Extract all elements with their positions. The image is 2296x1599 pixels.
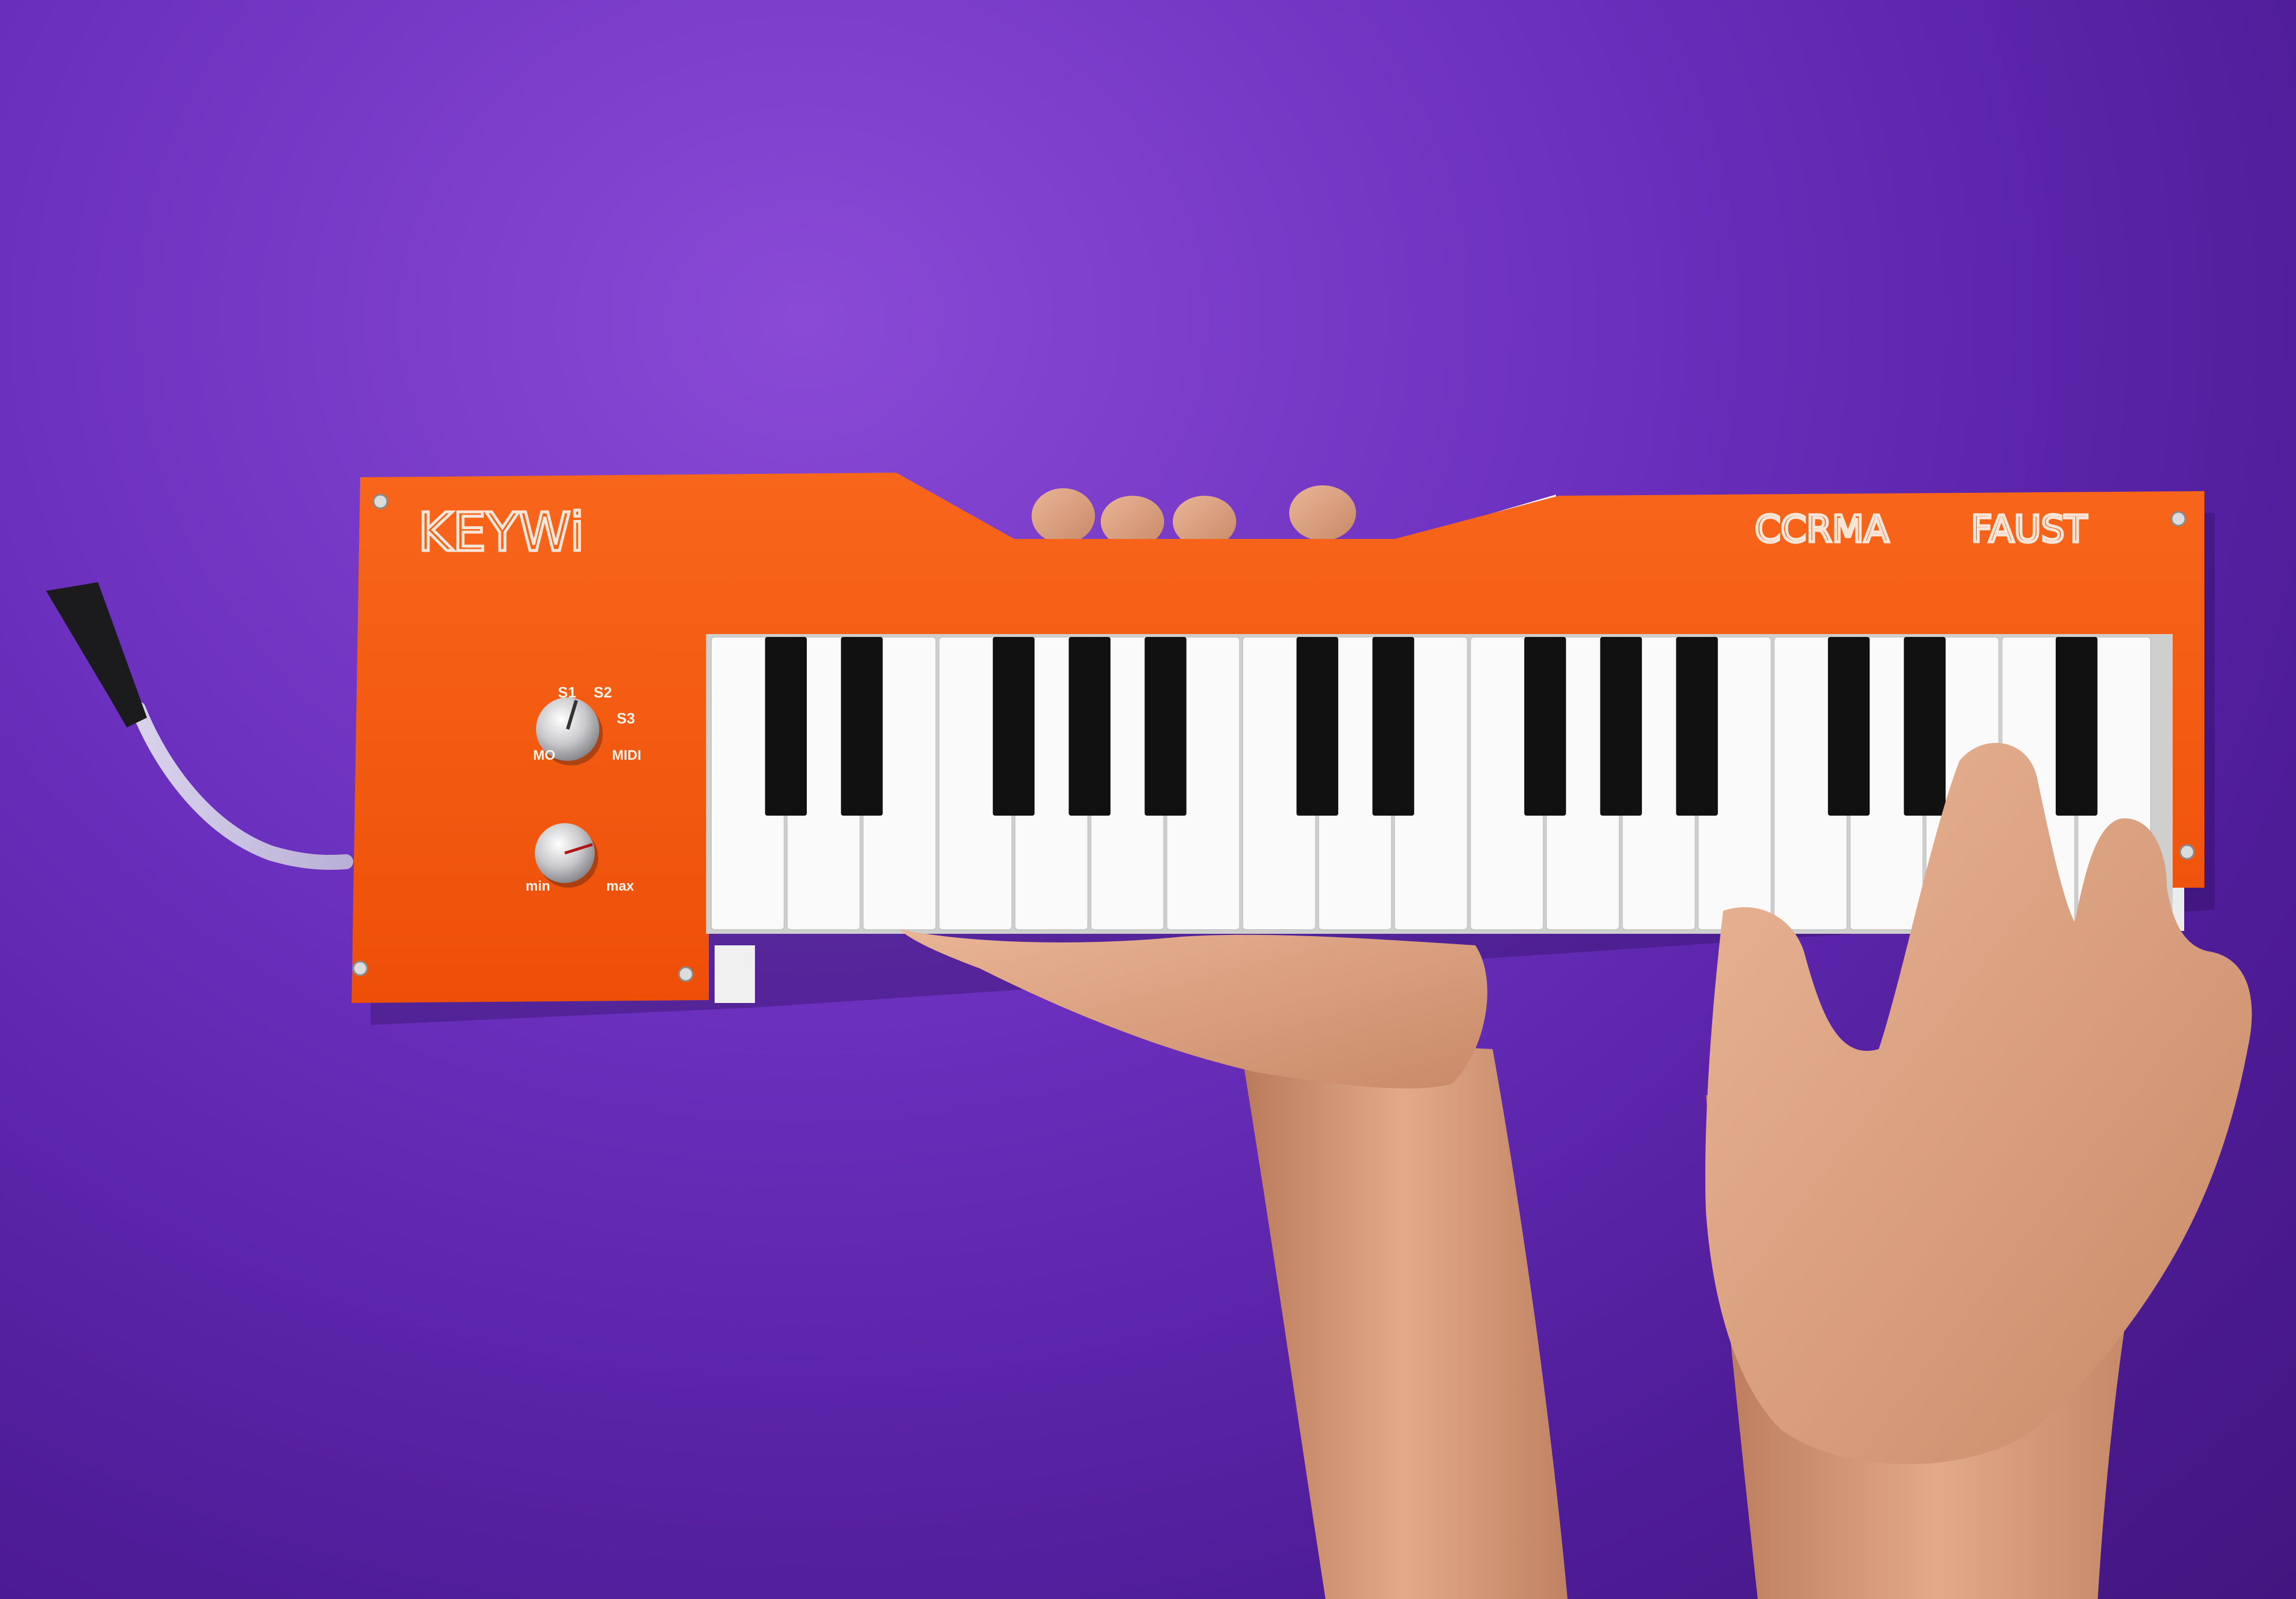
mode-label-mo: MO xyxy=(533,748,556,763)
volume-min-label: min xyxy=(526,878,550,894)
black-key[interactable] xyxy=(2056,637,2098,816)
black-key[interactable] xyxy=(1904,637,1946,816)
mode-label-midi: MIDI xyxy=(612,748,641,763)
breath-hose xyxy=(46,582,353,870)
faust-logo: FAUST xyxy=(1971,508,2087,551)
black-key[interactable] xyxy=(1827,637,1870,816)
black-key[interactable] xyxy=(765,637,807,816)
ccrma-logo: CCRMA xyxy=(1755,508,1889,551)
black-key[interactable] xyxy=(1600,637,1642,816)
black-key[interactable] xyxy=(1524,637,1566,816)
left-arm xyxy=(1239,1038,1568,1599)
black-key[interactable] xyxy=(1296,637,1339,816)
brand-logo: KEYWi xyxy=(418,501,584,563)
keyboard-photo: KEYWi CCRMA FAUST S1 S2 S3 MIDI MO min m… xyxy=(46,473,2252,1599)
mode-label-s3: S3 xyxy=(617,710,635,727)
black-key[interactable] xyxy=(1145,637,1187,816)
mode-label-s2: S2 xyxy=(594,684,612,701)
volume-max-label: max xyxy=(606,878,635,894)
left-hand xyxy=(899,929,1487,1089)
black-key[interactable] xyxy=(1372,637,1414,816)
black-key[interactable] xyxy=(992,637,1035,816)
black-key[interactable] xyxy=(841,637,883,816)
mode-label-s1: S1 xyxy=(558,684,576,701)
black-key[interactable] xyxy=(1676,637,1718,816)
fingers-behind xyxy=(1032,485,1356,548)
white-layer-bottom xyxy=(715,945,755,1003)
black-key[interactable] xyxy=(1068,637,1111,816)
mouthpiece-icon xyxy=(46,582,147,727)
